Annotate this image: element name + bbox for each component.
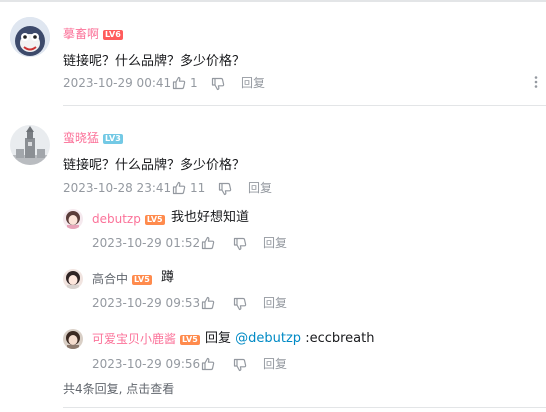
level-badge: LV6 (103, 29, 123, 40)
username-text[interactable]: 蛮晓猛 (63, 131, 99, 145)
reply-time: 2023-10-29 09:53 (92, 296, 201, 310)
thumbs-down-icon[interactable] (233, 237, 247, 251)
thumbs-down-icon[interactable] (233, 358, 247, 372)
reply-avatar[interactable] (63, 209, 83, 229)
thumbs-down-icon[interactable] (211, 77, 225, 91)
girl-avatar-icon (63, 209, 83, 229)
reply-time: 2023-10-29 01:52 (92, 236, 201, 250)
cartoon-avatar-icon (10, 17, 50, 57)
more-options-icon[interactable] (530, 75, 542, 89)
user-avatar[interactable] (10, 17, 50, 57)
like-count: 11 (190, 181, 206, 195)
username[interactable]: 摹畜啊 LV6 (63, 26, 123, 42)
comment-divider (63, 407, 546, 408)
comment-divider (63, 105, 546, 106)
reply-text: 回复 @debutzp :eccbreath (205, 330, 374, 348)
like-count: 1 (190, 76, 198, 90)
thumbs-up-icon[interactable] (201, 296, 215, 310)
username[interactable]: 蛮晓猛 LV3 (63, 130, 123, 146)
reply-button[interactable]: 回复 (263, 295, 287, 311)
thumbs-up-icon[interactable] (201, 236, 215, 250)
reply-button[interactable]: 回复 (241, 75, 265, 91)
reply-button[interactable]: 回复 (263, 356, 287, 372)
level-badge: LV3 (103, 133, 123, 144)
reply-text: 蹲 (161, 270, 175, 285)
reply-text: 我也好想知道 (171, 210, 250, 225)
level-badge: LV5 (144, 214, 165, 225)
thumbs-down-icon[interactable] (218, 182, 232, 196)
user-avatar[interactable] (10, 125, 50, 165)
thumbs-down-icon[interactable] (233, 297, 247, 311)
username-text[interactable]: 高合中 (92, 272, 128, 286)
tower-avatar-icon (10, 125, 50, 165)
thumbs-up-icon[interactable] (172, 76, 186, 90)
username-text[interactable]: 可爱宝贝小鹿酱 (92, 332, 176, 346)
username[interactable]: 高合中 LV5 (92, 271, 152, 287)
reply-suffix: :eccbreath (301, 331, 375, 346)
comment-text: 链接呢？什么品牌？多少价格？ (63, 158, 246, 173)
thumbs-up-icon[interactable] (172, 181, 186, 195)
username-text[interactable]: debutzp (92, 212, 141, 226)
username[interactable]: 可爱宝贝小鹿酱 LV5 (92, 331, 200, 347)
top-divider (0, 0, 546, 2)
reply-button[interactable]: 回复 (248, 180, 272, 196)
reply-avatar[interactable] (63, 329, 83, 349)
comment-time: 2023-10-29 00:41 (63, 76, 172, 90)
reply-button[interactable]: 回复 (263, 235, 287, 251)
username[interactable]: debutzp LV5 (92, 211, 165, 227)
reply-prefix: 回复 (205, 331, 236, 346)
reply-time: 2023-10-29 09:56 (92, 357, 201, 371)
level-badge: LV5 (132, 274, 152, 285)
girl-avatar-icon (63, 269, 83, 289)
reply-avatar[interactable] (63, 269, 83, 289)
thumbs-up-icon[interactable] (201, 357, 215, 371)
mention-link[interactable]: @debutzp (235, 331, 301, 346)
girl-avatar-icon (63, 329, 83, 349)
comment-text: 链接呢？什么品牌？多少价格？ (63, 54, 246, 69)
comment-time: 2023-10-28 23:41 (63, 181, 172, 195)
level-badge: LV5 (180, 334, 200, 345)
view-more-replies-link[interactable]: 共4条回复, 点击查看 (63, 381, 174, 397)
username-text[interactable]: 摹畜啊 (63, 27, 99, 41)
